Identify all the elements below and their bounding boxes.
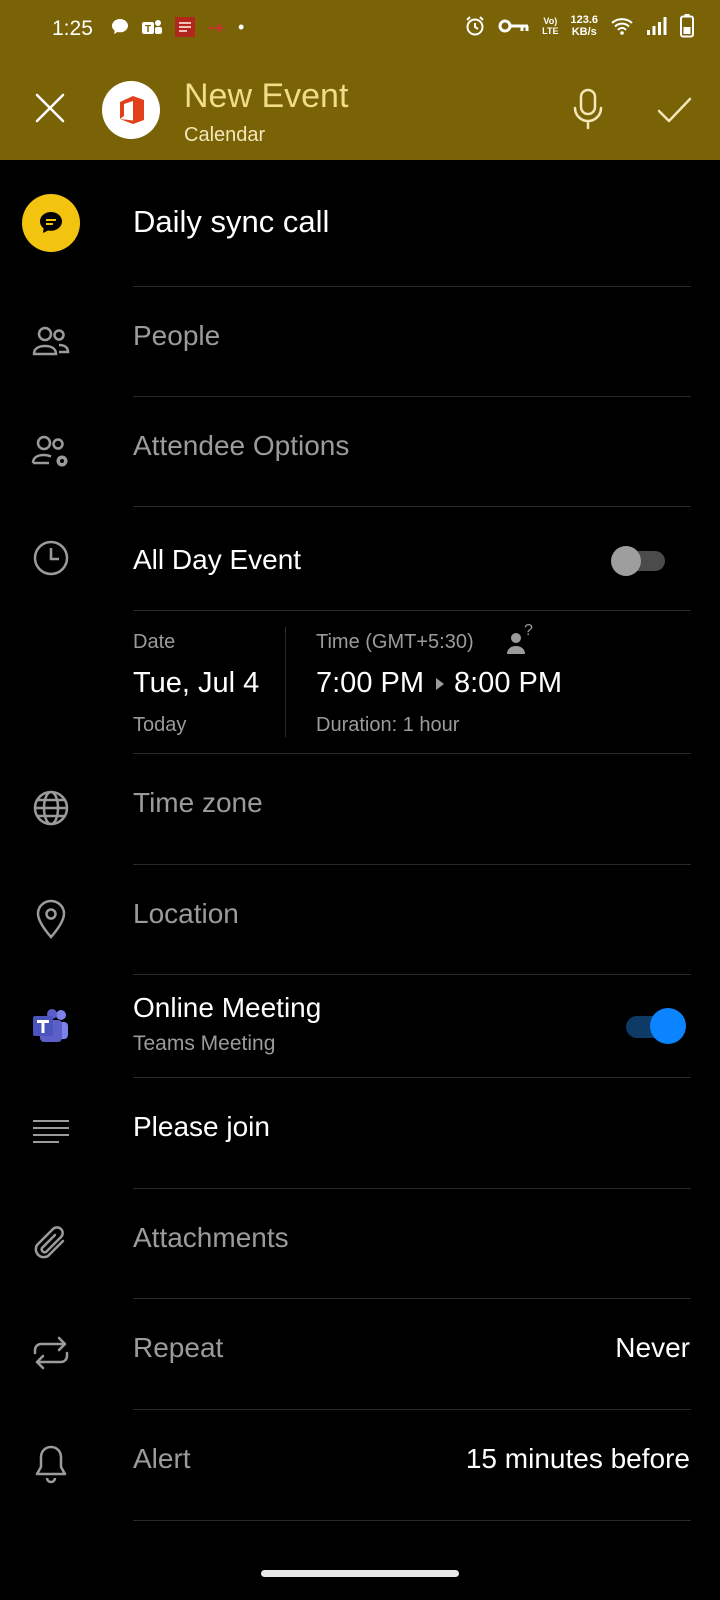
divider (133, 1188, 691, 1189)
location-field[interactable]: Location (133, 898, 239, 930)
time-label: Time (GMT+5:30) (316, 631, 474, 653)
wifi-icon (611, 18, 633, 35)
online-meeting-provider: Teams Meeting (133, 1032, 276, 1055)
divider (133, 1409, 691, 1410)
divider (133, 974, 691, 975)
notification-icons: T • (110, 16, 244, 38)
office-logo (102, 81, 160, 139)
teams-icon (28, 1003, 74, 1049)
all-day-label: All Day Event (133, 544, 302, 575)
alarm-icon (466, 16, 484, 36)
event-title-input[interactable]: Daily sync call (133, 204, 329, 240)
online-meeting-label: Online Meeting (133, 992, 322, 1023)
app-header: 1:25 T • Vo) LTE 123.6 KB/s New Event Ca… (0, 0, 720, 160)
toggle-thumb (611, 546, 641, 576)
divider (133, 864, 691, 865)
duration: Duration: 1 hour (316, 714, 460, 736)
description-row[interactable]: Please join (0, 1079, 720, 1187)
location-pin-icon (28, 896, 74, 942)
date-relative: Today (133, 714, 187, 736)
online-meeting-row[interactable]: Online Meeting Teams Meeting (0, 976, 720, 1076)
alert-label: Alert (133, 1443, 191, 1474)
divider (133, 610, 691, 611)
text-lines-icon (28, 1109, 74, 1155)
more-notifications-dot: • (238, 16, 245, 37)
start-time[interactable]: 7:00 PM (316, 667, 424, 700)
repeat-label: Repeat (133, 1332, 224, 1363)
chat-bubble-icon (112, 19, 128, 34)
end-time[interactable]: 8:00 PM (454, 667, 562, 700)
system-icons: Vo) LTE 123.6 KB/s (464, 14, 694, 38)
time-zone-row[interactable]: Time zone (0, 755, 720, 863)
date-time-separator (285, 627, 286, 737)
teams-status-icon: T (142, 20, 162, 35)
clock-icon (28, 535, 74, 581)
svg-text:T: T (145, 24, 151, 35)
network-speed: 123.6 KB/s (570, 14, 598, 38)
arrow-status-icon (208, 23, 225, 33)
divider (133, 396, 691, 397)
page-subtitle: Calendar (184, 124, 266, 146)
repeat-icon (28, 1330, 74, 1376)
alert-value[interactable]: 15 minutes before (466, 1443, 690, 1475)
paperclip-icon (28, 1220, 74, 1266)
divider (133, 1520, 691, 1521)
attendee-options-row[interactable]: Attendee Options (0, 398, 720, 506)
divider (133, 1298, 691, 1299)
alert-row[interactable]: Alert 15 minutes before (0, 1411, 720, 1519)
all-day-toggle[interactable] (611, 546, 669, 576)
description-field[interactable]: Please join (133, 1111, 270, 1143)
bell-icon (28, 1441, 74, 1487)
vpn-key-icon (498, 19, 529, 33)
app-status-icon (175, 17, 195, 37)
divider (133, 753, 691, 754)
globe-icon (28, 785, 74, 831)
office-icon (120, 96, 144, 124)
divider (133, 1077, 691, 1078)
attendee-options-label: Attendee Options (133, 430, 350, 461)
date-label: Date (133, 631, 176, 653)
repeat-row[interactable]: Repeat Never (0, 1300, 720, 1408)
divider (133, 506, 691, 507)
toggle-thumb (650, 1008, 686, 1044)
event-title-row[interactable]: Daily sync call (0, 180, 720, 280)
people-row[interactable]: People (0, 288, 720, 396)
attachments-label: Attachments (133, 1222, 289, 1253)
battery-icon (680, 14, 694, 38)
attendee-settings-icon (28, 428, 74, 474)
online-meeting-toggle[interactable] (624, 1008, 686, 1044)
home-indicator[interactable] (261, 1570, 459, 1577)
divider (133, 286, 691, 287)
repeat-value[interactable]: Never (615, 1332, 690, 1364)
volte-indicator: Vo) LTE (542, 16, 559, 36)
date-value[interactable]: Tue, Jul 4 (133, 667, 259, 700)
microphone-icon[interactable] (570, 88, 606, 130)
close-icon[interactable] (30, 88, 70, 128)
status-bar: 1:25 T • Vo) LTE 123.6 KB/s (0, 0, 720, 58)
status-time: 1:25 (52, 17, 93, 40)
attachments-row[interactable]: Attachments (0, 1190, 720, 1298)
timezone-help-mark: ? (524, 622, 533, 639)
people-field[interactable]: People (133, 320, 220, 352)
signal-icon (647, 17, 667, 35)
location-row[interactable]: Location (0, 866, 720, 974)
people-icon (28, 318, 74, 364)
page-title: New Event (184, 77, 349, 115)
play-arrow-icon (436, 678, 444, 690)
time-zone-label: Time zone (133, 787, 263, 818)
check-icon[interactable] (654, 90, 694, 130)
